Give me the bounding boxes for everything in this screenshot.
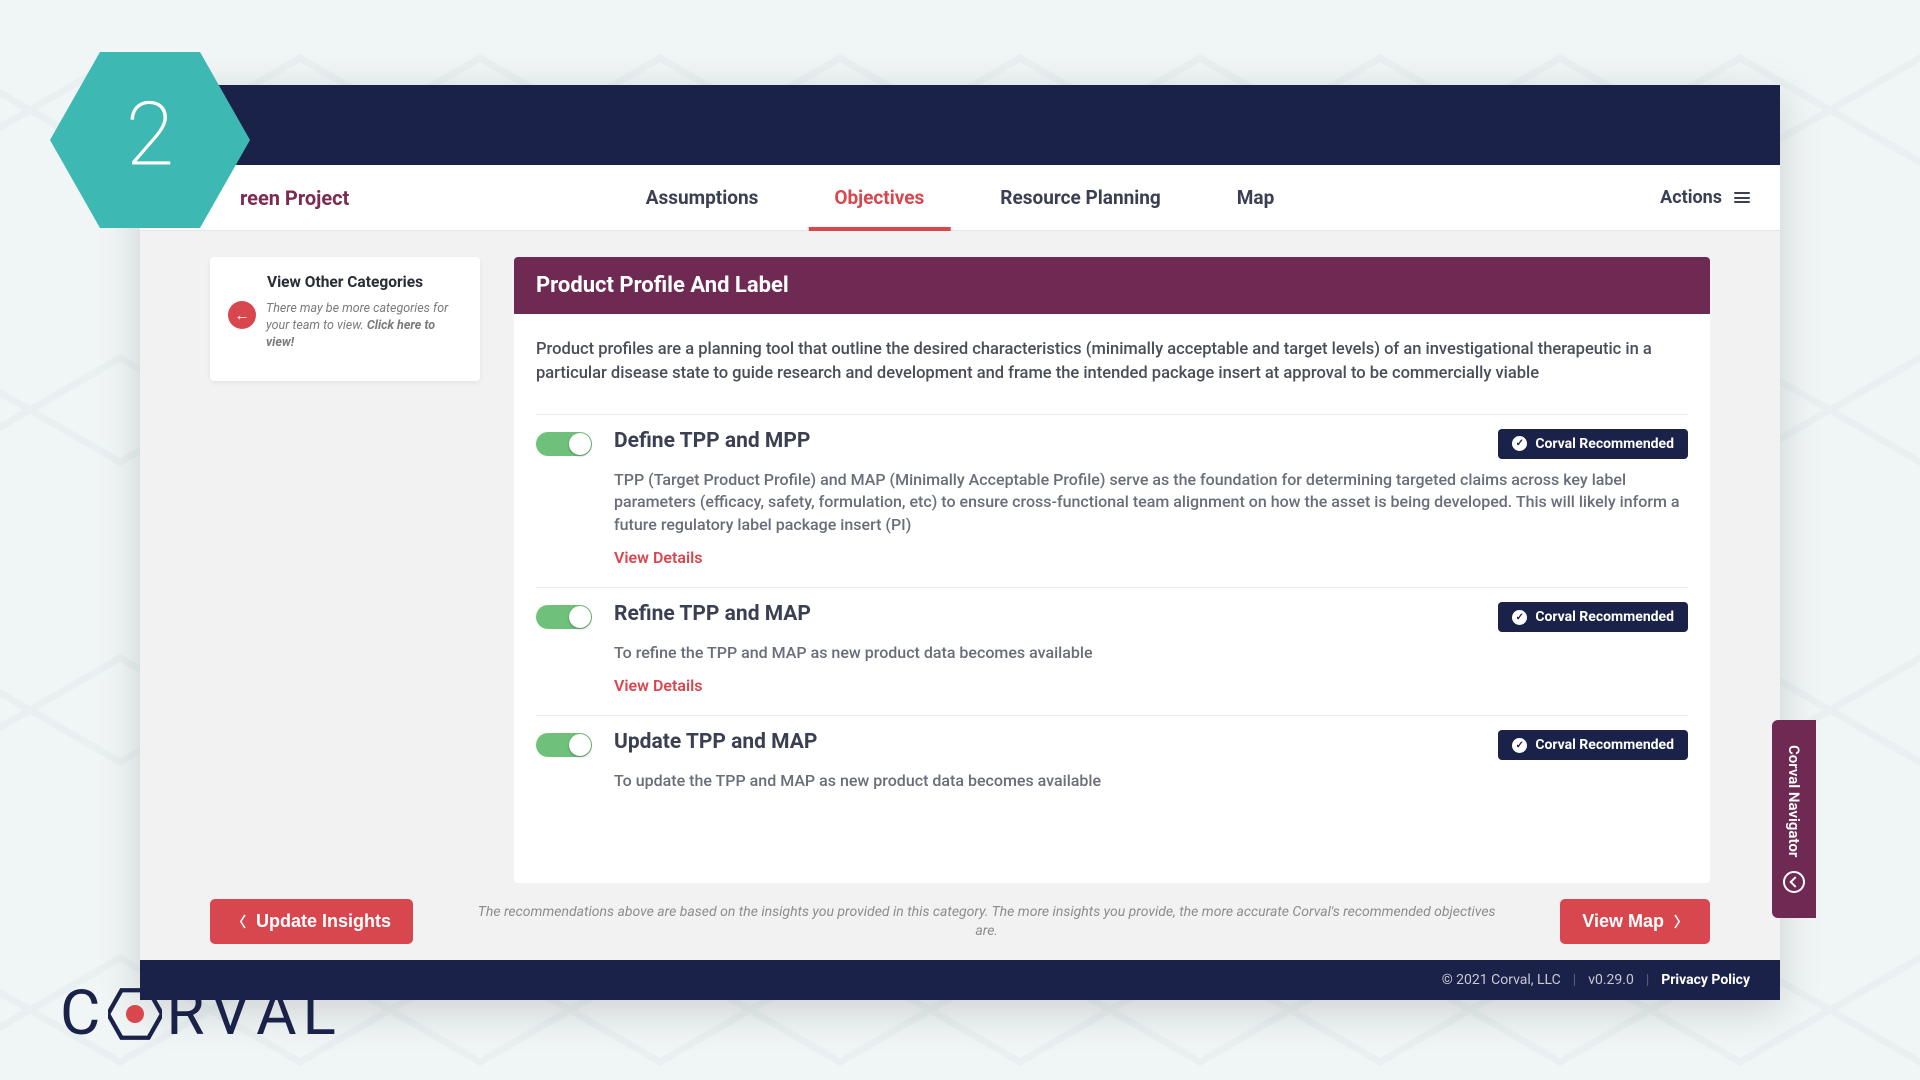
- privacy-policy-link[interactable]: Privacy Policy: [1661, 972, 1750, 988]
- logo-hex-icon: [108, 987, 162, 1041]
- footer-bar: © 2021 Corval, LLC | v0.29.0 | Privacy P…: [140, 960, 1780, 1000]
- objective-toggle[interactable]: [536, 733, 592, 757]
- brand-logo: C R V A L: [60, 977, 340, 1050]
- footer-note: The recommendations above are based on t…: [433, 903, 1540, 941]
- update-insights-button[interactable]: 〈 Update Insights: [210, 899, 413, 944]
- objective-toggle[interactable]: [536, 432, 592, 456]
- view-details-link[interactable]: View Details: [614, 676, 702, 695]
- tab-map[interactable]: Map: [1229, 166, 1283, 229]
- objective-title: Define TPP and MPP: [614, 429, 1482, 453]
- actions-menu[interactable]: Actions: [1660, 187, 1750, 208]
- objective-toggle[interactable]: [536, 605, 592, 629]
- step-badge: 2: [35, 40, 265, 240]
- main-column: Product Profile And Label Product profil…: [514, 257, 1710, 883]
- objective-title: Refine TPP and MAP: [614, 602, 1482, 626]
- separator: |: [1573, 972, 1576, 988]
- sidebar-text: There may be more categories for your te…: [266, 301, 462, 352]
- app-window: reen Project Assumptions Objectives Reso…: [140, 85, 1780, 1000]
- section-description: Product profiles are a planning tool tha…: [536, 338, 1688, 386]
- step-number: 2: [126, 83, 174, 186]
- version: v0.29.0: [1588, 972, 1634, 988]
- objective-description: To update the TPP and MAP as new product…: [614, 770, 1688, 792]
- objective-title: Update TPP and MAP: [614, 730, 1482, 754]
- separator: |: [1646, 972, 1649, 988]
- section-title-bar: Product Profile And Label: [514, 257, 1710, 314]
- tab-bar: reen Project Assumptions Objectives Reso…: [140, 165, 1780, 231]
- check-circle-icon: ✓: [1512, 436, 1527, 451]
- sidebar-title: View Other Categories: [228, 273, 462, 291]
- hamburger-icon: [1734, 192, 1750, 202]
- view-map-button[interactable]: View Map 〉: [1560, 899, 1710, 944]
- tab-group: Assumptions Objectives Resource Planning…: [638, 166, 1283, 229]
- objective-row: Update TPP and MAP ✓ Corval Recommended …: [536, 715, 1688, 812]
- section-content: Product profiles are a planning tool tha…: [514, 314, 1710, 883]
- objective-description: TPP (Target Product Profile) and MAP (Mi…: [614, 469, 1688, 536]
- chevron-right-icon: 〉: [1674, 912, 1688, 932]
- tab-resource-planning[interactable]: Resource Planning: [992, 166, 1169, 229]
- tab-objectives[interactable]: Objectives: [826, 166, 932, 229]
- footer-actions: 〈 Update Insights The recommendations ab…: [140, 883, 1780, 960]
- check-circle-icon: ✓: [1512, 610, 1527, 625]
- check-circle-icon: ✓: [1512, 738, 1527, 753]
- app-header-bar: [140, 85, 1780, 165]
- actions-label: Actions: [1660, 187, 1722, 208]
- objective-row: Define TPP and MPP ✓ Corval Recommended …: [536, 414, 1688, 587]
- recommended-badge: ✓ Corval Recommended: [1498, 602, 1688, 632]
- chevron-left-icon: 〈: [232, 912, 246, 932]
- objective-row: Refine TPP and MAP ✓ Corval Recommended …: [536, 587, 1688, 715]
- view-details-link[interactable]: View Details: [614, 548, 702, 567]
- copyright: © 2021 Corval, LLC: [1442, 972, 1561, 988]
- app-body: View Other Categories ← There may be mor…: [140, 231, 1780, 883]
- recommended-badge: ✓ Corval Recommended: [1498, 730, 1688, 760]
- side-tab-label: Corval Navigator: [1785, 745, 1803, 857]
- sidebar-categories-card: View Other Categories ← There may be mor…: [210, 257, 480, 381]
- expand-circle-icon: [1783, 871, 1805, 893]
- tab-assumptions[interactable]: Assumptions: [638, 166, 767, 229]
- recommended-badge: ✓ Corval Recommended: [1498, 429, 1688, 459]
- objective-description: To refine the TPP and MAP as new product…: [614, 642, 1688, 664]
- arrow-left-icon: ←: [235, 306, 250, 324]
- back-arrow-button[interactable]: ←: [228, 301, 256, 329]
- corval-navigator-tab[interactable]: Corval Navigator: [1772, 720, 1816, 918]
